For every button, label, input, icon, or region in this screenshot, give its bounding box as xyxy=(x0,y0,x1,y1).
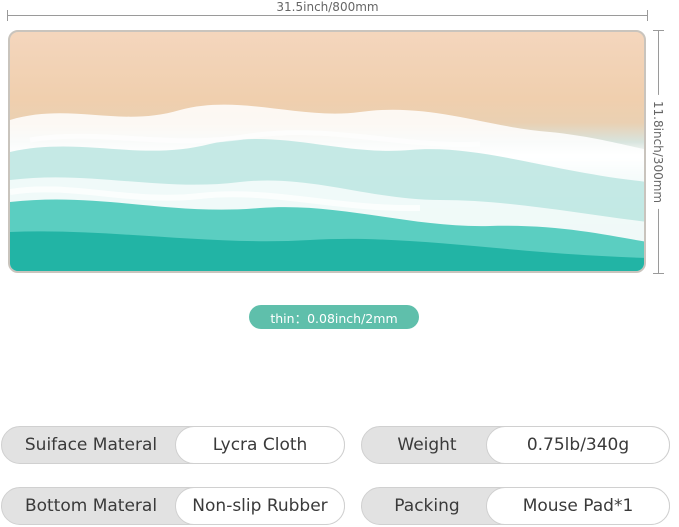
spec-bottom-material: Bottom Materal Non-slip Rubber xyxy=(1,487,345,525)
mousepad-image xyxy=(8,30,646,273)
spec-key: Weight xyxy=(397,435,457,455)
spec-key: Bottom Materal xyxy=(24,496,158,516)
spec-value: Lycra Cloth xyxy=(175,426,345,464)
spec-key: Suiface Materal xyxy=(24,435,158,455)
spec-packing: Packing Mouse Pad*1 xyxy=(361,487,670,525)
spec-surface-material: Suiface Materal Lycra Cloth xyxy=(1,426,345,464)
thickness-badge: thin：0.08inch/2mm xyxy=(249,305,419,329)
width-dimension-tick-left xyxy=(7,10,8,21)
spec-value: Non-slip Rubber xyxy=(175,487,345,525)
beach-waves-illustration xyxy=(10,104,644,271)
width-label: 31.5inch/800mm xyxy=(270,0,385,14)
height-dimension-tick-top xyxy=(653,30,664,31)
spec-weight: Weight 0.75lb/340g xyxy=(361,426,670,464)
spec-value: Mouse Pad*1 xyxy=(486,487,670,525)
width-dimension-tick-right xyxy=(647,10,648,21)
spec-key: Packing xyxy=(394,496,460,516)
width-dimension-line xyxy=(7,15,648,16)
width-dimension: 31.5inch/800mm xyxy=(7,0,648,21)
height-dimension: 11.8inch/300mm xyxy=(651,30,665,274)
thickness-label: thin：0.08inch/2mm xyxy=(270,310,398,326)
spec-value: 0.75lb/340g xyxy=(486,426,670,464)
height-dimension-tick-bottom xyxy=(653,273,664,274)
height-label: 11.8inch/300mm xyxy=(651,94,665,210)
